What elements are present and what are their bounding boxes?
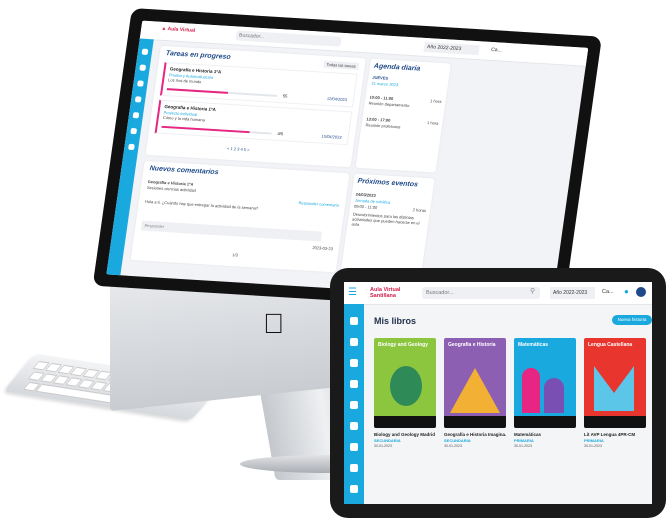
- book-level: PRIMARIA: [514, 438, 534, 443]
- agenda-date: 21 marzo 2023: [371, 80, 399, 88]
- resources-icon[interactable]: [350, 380, 358, 388]
- task-progress-bar: [161, 125, 272, 135]
- tablet-device: ☰ Aula Virtual Santillana Buscador... ⚲ …: [330, 268, 666, 518]
- book-date: 30-01-2023: [514, 444, 532, 448]
- search-icon[interactable]: ⚲: [530, 287, 535, 295]
- desktop-year-select[interactable]: Año 2022-2023: [423, 41, 480, 56]
- new-item-button[interactable]: Nueva historia: [612, 315, 652, 325]
- book-name: Lit AVP Lengua 4PR-CM: [584, 432, 636, 437]
- apple-logo-icon: : [263, 308, 284, 340]
- folder-icon[interactable]: [350, 464, 358, 472]
- doc-icon[interactable]: [128, 143, 135, 151]
- user-icon[interactable]: [350, 443, 358, 451]
- page-title: Mis libros: [374, 316, 417, 326]
- events-title: Próximos eventos: [357, 177, 419, 189]
- event-time: 09:00 - 11:00: [353, 203, 378, 210]
- book-cover[interactable]: Matemáticas: [514, 338, 576, 428]
- task-date: 15/04/2023: [321, 133, 342, 140]
- books-icon[interactable]: [139, 64, 147, 71]
- agenda-day: JUEVES: [371, 74, 389, 81]
- book-card[interactable]: Lengua Castellana Lit AVP Lengua 4PR-CM …: [584, 338, 646, 448]
- agenda-label: Reunión profesores: [365, 122, 401, 130]
- tasks-card: Tareas en progreso Todas las tareas Geog…: [145, 45, 366, 168]
- tasks-filter[interactable]: Todas las tareas: [323, 60, 360, 70]
- book-name: Matemáticas: [514, 432, 542, 437]
- desktop-search-input[interactable]: Buscador...: [235, 30, 342, 47]
- book-card[interactable]: Biology and Geology Biology and Geology …: [374, 338, 436, 448]
- task-progress-bar: [166, 88, 278, 97]
- event-note: Descubrimientos para las distintas activ…: [351, 211, 420, 227]
- book-cover-title: Matemáticas: [518, 342, 549, 348]
- agenda-label: Reunión departamento: [368, 100, 410, 108]
- book-level: SECUNDARIA: [374, 438, 401, 443]
- tablet-year-select[interactable]: Año 2022-2023: [550, 287, 595, 299]
- notifications-icon[interactable]: ●: [624, 287, 629, 296]
- tablet-logo: Aula Virtual Santillana: [370, 287, 401, 299]
- task-percent: 55: [282, 93, 288, 99]
- comments-card: Nuevos comentarios Geografía e Historia …: [130, 160, 350, 273]
- book-name: Biology and Geology Madrid: [374, 432, 436, 437]
- mail-icon[interactable]: [350, 422, 358, 430]
- book-cover-title: Biology and Geology: [378, 342, 429, 348]
- book-cover-title: Geografía e Historia: [448, 342, 496, 348]
- book-cover[interactable]: Biology and Geology: [374, 338, 436, 428]
- reply-link[interactable]: Responder comentario: [298, 200, 339, 207]
- desktop-logo: ▲ Aula Virtual: [160, 25, 196, 34]
- event-tag: 2 horas: [412, 207, 427, 213]
- tasks-pagination[interactable]: < 1 2 3 4 5 >: [227, 146, 250, 152]
- tablet-topbar: ☰ Aula Virtual Santillana Buscador... ⚲ …: [344, 282, 652, 305]
- calendar-icon[interactable]: [137, 80, 144, 87]
- book-date: 30-01-2023: [444, 444, 462, 448]
- groups-icon[interactable]: [350, 359, 358, 367]
- home-icon[interactable]: [141, 48, 149, 55]
- user-icon[interactable]: [132, 112, 140, 119]
- comment-input[interactable]: Responder: [140, 220, 323, 242]
- comments-title: Nuevos comentarios: [149, 165, 219, 177]
- tasks-title: Tareas en progreso: [165, 50, 232, 62]
- book-cover[interactable]: Geografía e Historia: [444, 338, 506, 428]
- book-card[interactable]: Matemáticas Matemáticas PRIMARIA 30-01-2…: [514, 338, 576, 448]
- books-icon[interactable]: [350, 338, 358, 346]
- book-card[interactable]: Geografía e Historia Geografía e Histori…: [444, 338, 506, 448]
- home-icon[interactable]: [350, 317, 358, 325]
- mail-icon[interactable]: [134, 96, 142, 103]
- task-item[interactable]: Geografía e Historia 1ºA Proyecto indivi…: [154, 99, 353, 146]
- book-date: 30-01-2023: [584, 444, 602, 448]
- tablet-user-menu[interactable]: Ca...: [602, 289, 614, 295]
- tablet-sidebar: [344, 304, 364, 504]
- events-card: Próximos eventos 24/03/2023 Jornada de r…: [340, 173, 435, 278]
- agenda-card: Agenda diaria JUEVES 21 marzo 2023 10:00…: [355, 58, 451, 173]
- avatar[interactable]: [636, 287, 646, 297]
- book-level: PRIMARIA: [584, 438, 604, 443]
- tablet-search-input[interactable]: Buscador...: [422, 287, 540, 299]
- task-name: Los ríos de mundo: [167, 77, 202, 85]
- menu-icon[interactable]: ☰: [348, 287, 357, 298]
- book-level: SECUNDARIA: [444, 438, 471, 443]
- agenda-title: Agenda diaria: [373, 62, 421, 73]
- desktop-user-menu[interactable]: Ca...: [491, 47, 502, 54]
- agenda-tag: 1 hora: [429, 98, 442, 104]
- calendar-icon[interactable]: [350, 401, 358, 409]
- desktop-screen: ▲ Aula Virtual Buscador... Año 2022-2023…: [106, 20, 589, 302]
- tablet-screen: ☰ Aula Virtual Santillana Buscador... ⚲ …: [344, 282, 652, 504]
- comment-date: 2023-03-23: [312, 245, 334, 252]
- task-name: Cómo y la vida humana: [162, 114, 206, 123]
- book-cover-title: Lengua Castellana: [588, 342, 633, 348]
- agenda-tag: 1 hora: [426, 120, 439, 126]
- book-cover[interactable]: Lengua Castellana: [584, 338, 646, 428]
- doc-icon[interactable]: [350, 485, 358, 493]
- book-date: 30-01-2023: [374, 444, 392, 448]
- book-name: Geografía e Historia Imagina...: [444, 432, 506, 437]
- folder-icon[interactable]: [130, 127, 138, 135]
- task-date: 12/04/2023: [326, 95, 348, 103]
- task-percent: 4/5: [277, 130, 284, 137]
- comment-page[interactable]: 1/3: [232, 252, 238, 257]
